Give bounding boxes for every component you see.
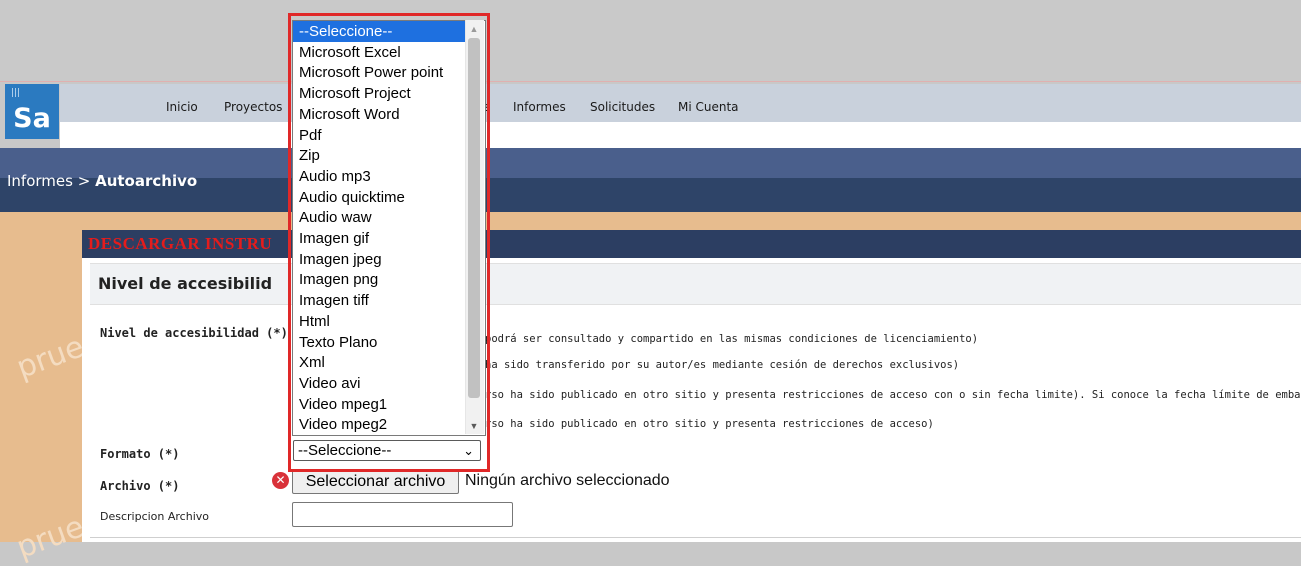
nav-mi-cuenta[interactable]: Mi Cuenta xyxy=(678,100,739,114)
nav-informes[interactable]: Informes xyxy=(513,100,566,114)
formato-label: Formato (*) xyxy=(100,447,180,461)
nivel-option-text: rso ha sido publicado en otro sitio y pr… xyxy=(485,389,1301,401)
header-strip xyxy=(60,122,1301,148)
highlight-frame xyxy=(288,13,490,472)
nivel-accesibilidad-label: Nivel de accesibilidad (*) xyxy=(100,326,288,340)
logo-text: Sa xyxy=(13,103,51,134)
app-logo[interactable]: ||| Sa xyxy=(5,84,59,139)
download-instructions-banner[interactable]: DESCARGAR INSTRU xyxy=(82,230,1301,258)
breadcrumb: Informes > Autoarchivo xyxy=(7,172,197,190)
select-file-button[interactable]: Seleccionar archivo xyxy=(292,469,459,494)
descripcion-input[interactable] xyxy=(292,502,513,527)
download-instructions-link[interactable]: DESCARGAR INSTRU xyxy=(88,234,272,254)
nivel-option-text: rso ha sido publicado en otro sitio y pr… xyxy=(485,418,934,430)
breadcrumb-separator: > xyxy=(77,172,91,190)
file-status: Ningún archivo seleccionado xyxy=(465,472,670,489)
top-band xyxy=(0,0,1301,82)
divider xyxy=(90,537,1301,538)
nav-solicitudes[interactable]: Solicitudes xyxy=(590,100,655,114)
nivel-option-text: podrá ser consultado y compartido en las… xyxy=(485,333,979,345)
breadcrumb-parent[interactable]: Informes xyxy=(7,172,73,190)
section-header: Nivel de accesibilid xyxy=(90,263,1301,305)
descripcion-label: Descripcion Archivo xyxy=(100,510,210,523)
nivel-option-text: ha sido transferido por su autor/es medi… xyxy=(485,359,960,371)
error-icon: ✕ xyxy=(272,472,289,489)
archivo-label: Archivo (*) xyxy=(100,479,180,493)
nav-proyectos[interactable]: Proyectos xyxy=(224,100,282,114)
section-title: Nivel de accesibilid xyxy=(98,274,273,293)
logo-bars-icon: ||| xyxy=(11,88,21,98)
breadcrumb-current: Autoarchivo xyxy=(95,172,198,190)
nav-inicio[interactable]: Inicio xyxy=(166,100,198,114)
